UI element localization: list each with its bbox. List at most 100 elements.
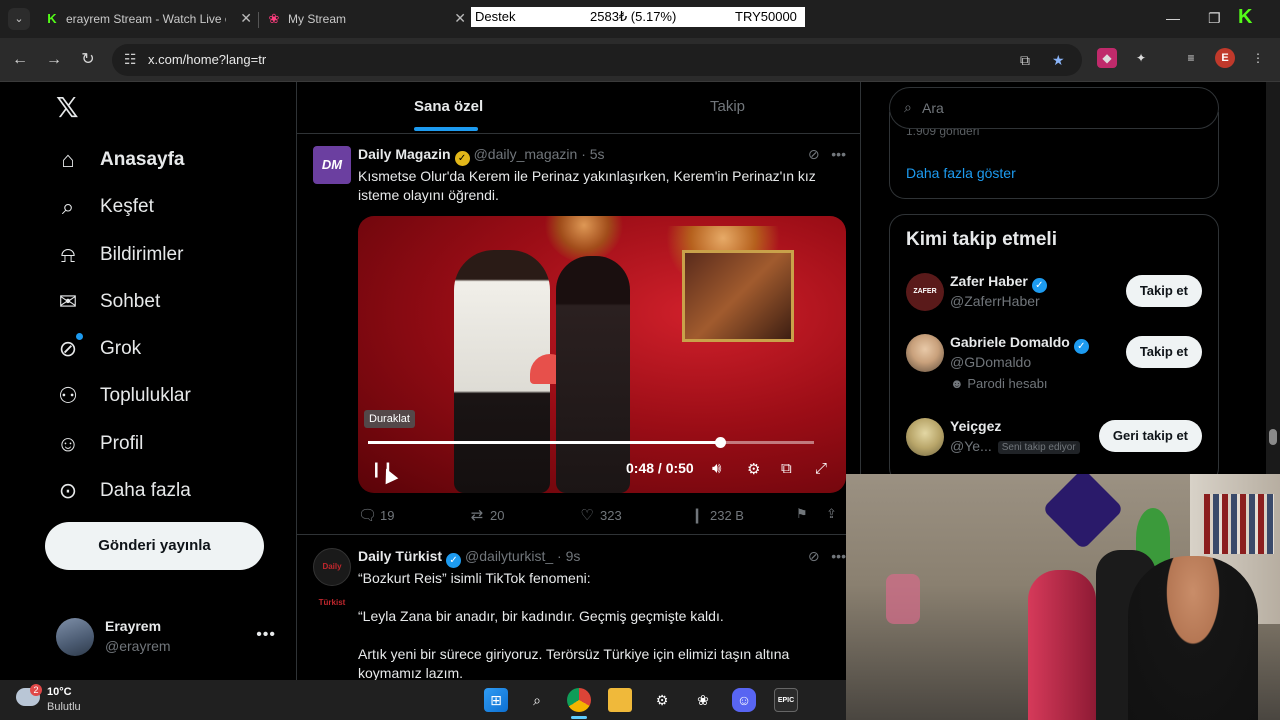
more-dots-icon[interactable]: ••• bbox=[831, 146, 846, 162]
close-icon[interactable]: ✕ bbox=[454, 10, 466, 27]
tweet-paragraph: koymamız lazım. bbox=[358, 665, 464, 680]
sidebar-item-messages[interactable]: ✉ Sohbet bbox=[54, 282, 274, 322]
follow-button[interactable]: Takip et bbox=[1125, 336, 1202, 368]
author-name[interactable]: Daily Magazin bbox=[358, 146, 451, 162]
video-progress-bar[interactable] bbox=[368, 437, 814, 448]
extension-icon[interactable]: ◆ bbox=[1097, 48, 1117, 68]
author-handle[interactable]: @dailyturkist_ · 9s bbox=[465, 548, 580, 564]
sidebar-item-home[interactable]: ⌂ Anasayfa bbox=[54, 140, 274, 180]
tweet[interactable]: Daily Türkist Daily Türkist ✓ @dailyturkis… bbox=[297, 536, 860, 680]
kebab-menu-icon[interactable]: ⋮ bbox=[1248, 48, 1268, 68]
follow-suggestion[interactable]: Yeiçgez @Ye... Seni takip ediyor Geri tak… bbox=[890, 418, 1218, 478]
scrollbar-thumb[interactable] bbox=[1269, 429, 1277, 445]
account-switcher[interactable]: Erayrem @erayrem ••• bbox=[56, 614, 282, 662]
sidebar-item-communities[interactable]: ⚇ Topluluklar bbox=[54, 376, 274, 416]
author-name[interactable]: Daily Türkist bbox=[358, 548, 442, 564]
suggestion-name[interactable]: Gabriele Domaldo ✓ bbox=[950, 334, 1093, 354]
post-button[interactable]: Gönderi yayınla bbox=[45, 522, 264, 570]
tab-for-you[interactable]: Sana özel bbox=[414, 98, 483, 115]
windows-start-icon[interactable]: ⊞ bbox=[484, 688, 508, 712]
like-button[interactable]: ♡ 323 bbox=[578, 506, 621, 524]
ticker-label: Destek bbox=[475, 9, 516, 24]
kick-icon: K bbox=[47, 11, 57, 26]
sidebar-item-explore[interactable]: ⌕ Keşfet bbox=[54, 187, 274, 227]
sidebar-item-label: Topluluklar bbox=[100, 385, 191, 406]
chatgpt-icon[interactable]: ❀ bbox=[691, 688, 715, 712]
follow-suggestion[interactable]: ZAFER Zafer Haber ✓ @ZaferrHaber Takip et bbox=[890, 273, 1218, 333]
restore-icon[interactable]: ❐ bbox=[1208, 10, 1221, 27]
ticker-amount: 2583₺ (5.17%) bbox=[590, 9, 677, 24]
sidebar-item-more[interactable]: ⊙ Daha fazla bbox=[54, 471, 274, 511]
parody-label: ☻ Parodi hesabı bbox=[950, 376, 1048, 391]
more-dots-icon[interactable]: ••• bbox=[256, 626, 276, 644]
windows-taskbar: 2 10°C Bulutlu ⊞ ⌕ ⚙ ❀ ☺ EPIC bbox=[0, 680, 846, 720]
search-icon[interactable]: ⌕ bbox=[525, 688, 549, 712]
tab-search-chevron-icon[interactable]: ⌄ bbox=[8, 8, 30, 30]
site-info-icon[interactable]: ☷ bbox=[124, 51, 137, 68]
repost-button[interactable]: ⇄ 20 bbox=[468, 506, 505, 524]
tweet-text: Kısmetse Olur'da Kerem ile Perinaz yakın… bbox=[358, 167, 838, 205]
author-handle[interactable]: @daily_magazin · 5s bbox=[474, 146, 605, 162]
avatar[interactable]: Daily Türkist bbox=[313, 548, 351, 607]
parody-text: Parodi hesabı bbox=[967, 376, 1048, 391]
share-icon[interactable]: ⇪ bbox=[826, 506, 837, 522]
settings-gear-icon[interactable]: ⚙ bbox=[747, 460, 760, 478]
grok-icon[interactable]: ⊘ bbox=[808, 146, 820, 162]
epic-games-icon[interactable]: EPIC bbox=[774, 688, 798, 712]
address-bar[interactable]: ☷ x.com/home?lang=tr ⧉ ★ bbox=[112, 44, 1082, 76]
tweet[interactable]: DM Daily Magazin ✓ @daily_magazin · 5s ⊘ •… bbox=[297, 134, 860, 534]
settings-gear-icon[interactable]: ⚙ bbox=[650, 688, 674, 712]
chrome-icon[interactable] bbox=[567, 688, 591, 712]
sidebar-item-label: Anasayfa bbox=[100, 149, 185, 170]
avatar[interactable]: DM bbox=[313, 146, 351, 184]
views-button[interactable]: ❙ 232 B bbox=[688, 506, 744, 524]
tab-following[interactable]: Takip bbox=[710, 98, 745, 115]
forward-icon[interactable]: → bbox=[44, 50, 64, 70]
avatar[interactable] bbox=[906, 418, 944, 456]
tweet-paragraph: Artık yeni bir sürece giriyoruz. Terörsü… bbox=[358, 646, 790, 662]
follow-suggestion[interactable]: Gabriele Domaldo ✓ @GDomaldo ☻ Parodi hes… bbox=[890, 334, 1218, 394]
show-more-link[interactable]: Daha fazla göster bbox=[906, 165, 1016, 181]
search-input[interactable]: ⌕ Ara bbox=[889, 87, 1219, 129]
browser-tab-kick[interactable]: K erayrem Stream - Watch Live o ✕ bbox=[40, 6, 258, 32]
minimize-icon[interactable]: — bbox=[1166, 10, 1180, 26]
file-explorer-icon[interactable] bbox=[608, 688, 632, 712]
browser-tab-my-stream[interactable]: ❀ My Stream ✕ bbox=[262, 6, 472, 32]
home-icon: ⌂ bbox=[61, 147, 75, 172]
profile-avatar[interactable]: E bbox=[1215, 48, 1235, 68]
close-icon[interactable]: ✕ bbox=[240, 10, 252, 27]
video-scrub-handle[interactable] bbox=[715, 437, 727, 448]
sidebar-item-notifications[interactable]: ⍾ Bildirimler bbox=[54, 235, 274, 275]
discord-icon[interactable]: ☺ bbox=[732, 688, 756, 712]
follow-back-button[interactable]: Geri takip et bbox=[1098, 420, 1202, 452]
bookmark-icon[interactable]: ⚑ bbox=[796, 506, 808, 522]
video-frame-detail bbox=[556, 256, 630, 493]
grok-icon[interactable]: ⊘ bbox=[808, 548, 820, 564]
profile-icon: ☺ bbox=[56, 431, 80, 456]
ticker-goal: TRY50000 bbox=[735, 9, 797, 24]
install-app-icon[interactable]: ⧉ bbox=[1020, 52, 1030, 69]
back-icon[interactable]: ← bbox=[10, 50, 30, 70]
reply-button[interactable]: 🗨︎ 19 bbox=[358, 506, 394, 524]
picture-in-picture-icon[interactable]: ⧉ bbox=[781, 460, 792, 477]
fullscreen-icon[interactable]: ⤢ bbox=[815, 460, 827, 477]
video-player[interactable]: Duraklat ❙❙ 0:48 / 0:50 🔊︎ ⚙ ⧉ ⤢ bbox=[358, 216, 846, 493]
avatar[interactable]: ZAFER bbox=[906, 273, 944, 311]
sidebar-item-label: Daha fazla bbox=[100, 480, 191, 501]
follow-button[interactable]: Takip et bbox=[1125, 275, 1202, 307]
media-control-icon[interactable]: ≡ bbox=[1181, 48, 1201, 68]
tweet-header: Daily Türkist ✓ @dailyturkist_ · 9s bbox=[358, 548, 580, 568]
suggestion-name[interactable]: Zafer Haber ✓ bbox=[950, 273, 1051, 293]
avatar[interactable] bbox=[906, 334, 944, 372]
volume-icon[interactable]: 🔊︎ bbox=[712, 460, 721, 477]
sidebar-item-grok[interactable]: ⊘ Grok bbox=[54, 329, 274, 369]
reload-icon[interactable]: ↻ bbox=[78, 50, 98, 70]
active-tab-indicator bbox=[414, 127, 478, 131]
weather-temperature[interactable]: 10°C bbox=[47, 686, 72, 698]
sidebar-item-profile[interactable]: ☺ Profil bbox=[54, 424, 274, 464]
puzzle-extensions-icon[interactable]: ✦ bbox=[1131, 48, 1151, 68]
bookmark-star-icon[interactable]: ★ bbox=[1052, 52, 1065, 69]
more-dots-icon[interactable]: ••• bbox=[831, 548, 846, 564]
x-logo-icon[interactable]: 𝕏 bbox=[56, 94, 84, 122]
suggestion-name[interactable]: Yeiçgez bbox=[950, 418, 1001, 434]
